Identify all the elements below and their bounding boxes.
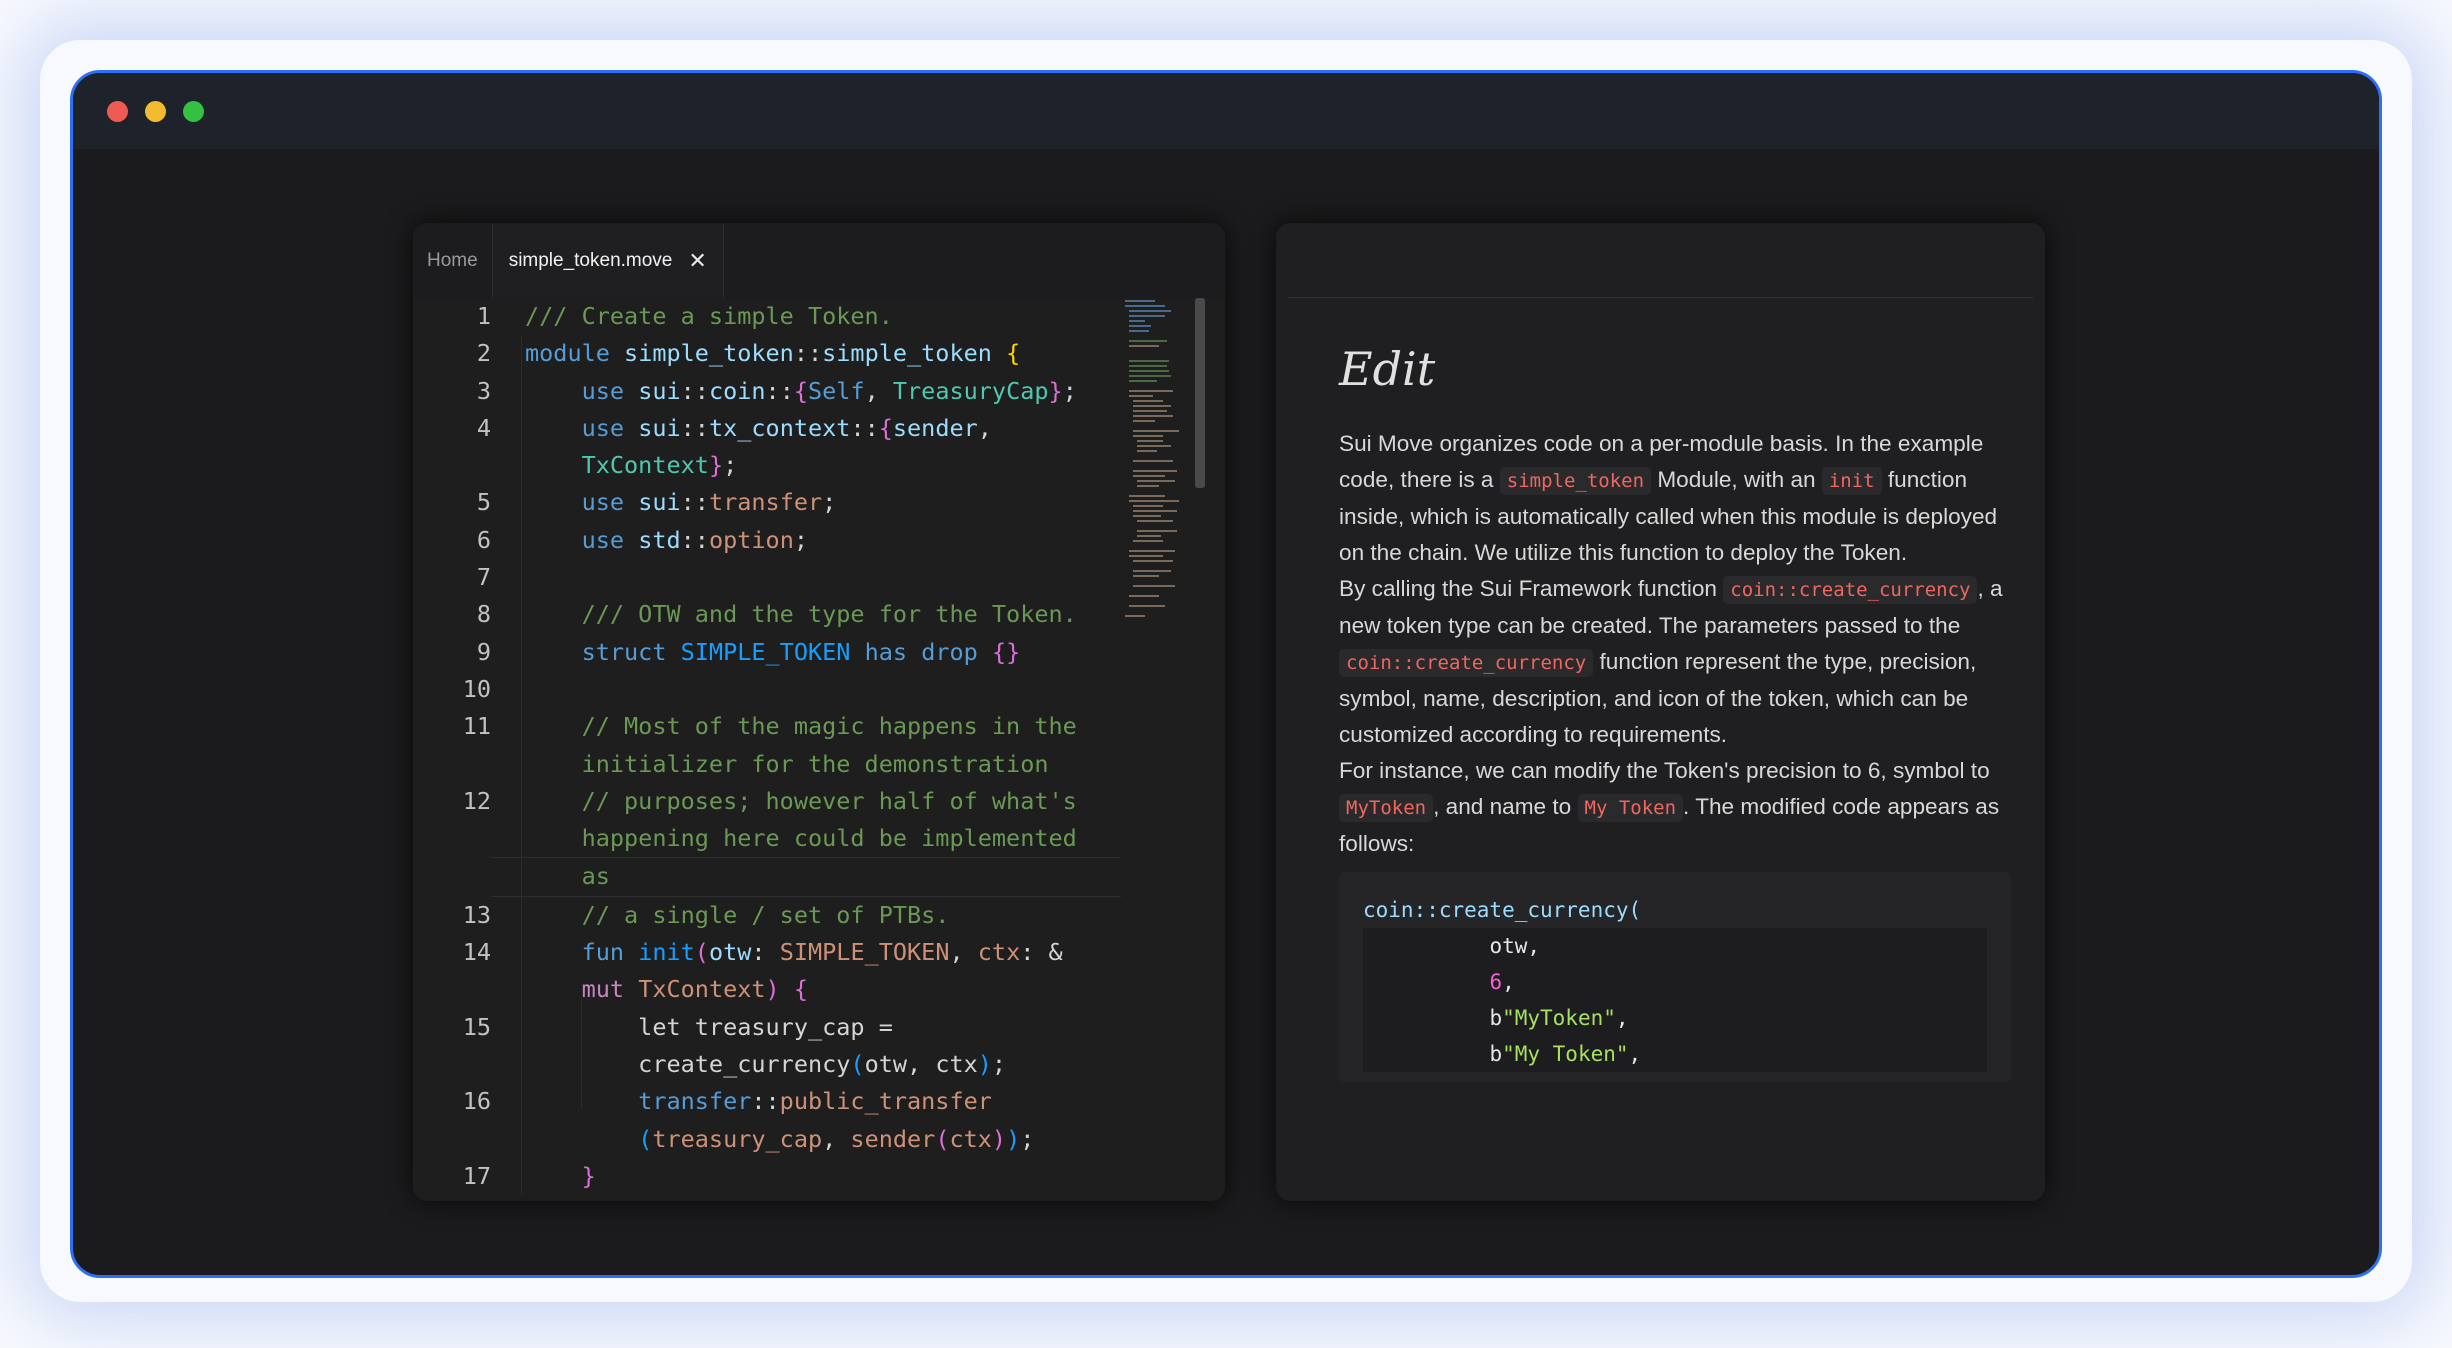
code-line: 3 use sui::coin::{Self, TreasuryCap}; xyxy=(423,373,1123,410)
text: For instance, we can modify the Token's … xyxy=(1339,758,1990,783)
line-number: 7 xyxy=(476,563,491,592)
paragraph: Sui Move organizes code on a per-module … xyxy=(1339,426,2011,571)
code-number: 6 xyxy=(1489,970,1503,994)
code-line: 7 xyxy=(423,559,1123,596)
code-line: create_currency(otw, ctx); xyxy=(423,1046,1123,1083)
code-text: , xyxy=(1502,970,1515,994)
code-block-line: b"MyToken", xyxy=(1363,1000,1987,1036)
inline-code: My Token xyxy=(1577,794,1684,822)
code-text: b xyxy=(1489,1006,1503,1030)
code-line: 9 struct SIMPLE_TOKEN has drop {} xyxy=(423,634,1123,671)
code-line: 15 let treasury_cap = xyxy=(423,1009,1123,1046)
line-number: 1 xyxy=(476,302,491,330)
tab-bar: Home simple_token.move ✕ xyxy=(413,223,1225,298)
inline-code: simple_token xyxy=(1499,467,1652,495)
code-line: 12 // purposes; however half of what's xyxy=(423,783,1123,820)
docs-content: Edit Sui Move organizes code on a per-mo… xyxy=(1276,342,2045,1082)
code-line: initializer for the demonstration xyxy=(423,746,1123,783)
code-text: b xyxy=(1489,1042,1503,1066)
code-line: 8 /// OTW and the type for the Token. xyxy=(423,596,1123,633)
page-title: Edit xyxy=(1339,342,1436,396)
close-icon[interactable]: ✕ xyxy=(688,249,706,272)
text: , and name to xyxy=(1433,794,1578,819)
code-line: 17 } xyxy=(423,1158,1123,1195)
code-text: coin::create_currency( xyxy=(1363,898,1642,922)
line-number: 12 xyxy=(462,786,491,815)
minimize-window-button[interactable] xyxy=(145,100,166,122)
code-line: 16 transfer::public_transfer xyxy=(423,1083,1123,1120)
line-number: 8 xyxy=(476,600,491,629)
code-block-line: 6, xyxy=(1363,964,1987,1000)
code-line: 4 use sui::tx_context::{sender, xyxy=(423,410,1123,447)
docs-panel: Edit Sui Move organizes code on a per-mo… xyxy=(1276,223,2045,1201)
code-line: (treasury_cap, sender(ctx)); xyxy=(423,1121,1123,1158)
editor-scrollbar[interactable] xyxy=(1195,298,1205,488)
code-string: "My Token" xyxy=(1502,1042,1629,1066)
tab-simple-token-move[interactable]: simple_token.move ✕ xyxy=(492,223,724,298)
code-lines: 1/// Create a simple Token. 2 module simp… xyxy=(423,298,1123,1195)
code-line-current: as xyxy=(423,857,1123,897)
line-number: 14 xyxy=(462,938,491,967)
line-number xyxy=(423,1121,491,1158)
code-line: happening here could be implemented xyxy=(423,820,1123,857)
code-string: "MyToken" xyxy=(1502,1006,1616,1030)
maximize-window-button[interactable] xyxy=(183,100,204,122)
line-number: 13 xyxy=(462,900,491,929)
tab-label: Home xyxy=(427,249,478,271)
code-line: TxContext}; xyxy=(423,447,1123,484)
inline-code: coin::create_currency xyxy=(1339,649,1594,677)
code-text: , xyxy=(1615,1006,1629,1030)
code-line: mut TxContext) { xyxy=(423,971,1123,1008)
line-number xyxy=(423,820,491,857)
line-number xyxy=(423,746,491,783)
code-block-line: otw, xyxy=(1363,928,1987,964)
line-number: 3 xyxy=(476,376,491,405)
code-line: 1/// Create a simple Token. xyxy=(423,298,1123,335)
line-number xyxy=(423,857,491,896)
line-number: 16 xyxy=(462,1087,491,1116)
code-line: 5 use sui::transfer; xyxy=(423,484,1123,521)
inline-code: init xyxy=(1821,467,1882,495)
docs-header xyxy=(1288,223,2033,298)
line-number xyxy=(423,971,491,1008)
text: Module, with an xyxy=(1651,467,1822,492)
line-number: 10 xyxy=(462,674,491,703)
code-editor[interactable]: 1/// Create a simple Token. 2 module simp… xyxy=(413,298,1225,1201)
line-number: 11 xyxy=(462,712,491,741)
minimap[interactable] xyxy=(1121,298,1193,628)
line-number: 5 xyxy=(476,488,491,517)
line-number: 4 xyxy=(476,413,491,442)
code-text: , xyxy=(1628,1042,1642,1066)
code-block-line: b"My Token", xyxy=(1363,1036,1987,1072)
line-number: 15 xyxy=(462,1012,491,1041)
code-line: 2 module simple_token::simple_token { xyxy=(423,335,1123,372)
code-line: 11 // Most of the magic happens in the xyxy=(423,708,1123,745)
text: By calling the Sui Framework function xyxy=(1339,576,1724,601)
tab-home[interactable]: Home xyxy=(413,223,493,298)
line-number xyxy=(423,447,491,484)
paragraph: By calling the Sui Framework function co… xyxy=(1339,571,2011,753)
line-number: 9 xyxy=(476,637,491,666)
title-bar xyxy=(73,73,2379,149)
code-line: 13 // a single / set of PTBs. xyxy=(423,897,1123,934)
code-line: 10 xyxy=(423,671,1123,708)
paragraph: For instance, we can modify the Token's … xyxy=(1339,753,2011,862)
line-number: 2 xyxy=(476,339,491,368)
code-block[interactable]: coin::create_currency( otw, 6, b"MyToken… xyxy=(1339,872,2011,1082)
code-text: otw, xyxy=(1489,934,1541,958)
code-editor-panel: Home simple_token.move ✕ 1/// Create a s… xyxy=(413,223,1225,1201)
app-window: Home simple_token.move ✕ 1/// Create a s… xyxy=(70,70,2382,1278)
close-window-button[interactable] xyxy=(107,100,128,122)
code-block-line: coin::create_currency( xyxy=(1363,892,1987,928)
code-line: 6 use std::option; xyxy=(423,522,1123,559)
line-number xyxy=(423,1046,491,1083)
inline-code: coin::create_currency xyxy=(1723,576,1978,604)
inline-code: MyToken xyxy=(1339,794,1434,822)
line-number: 6 xyxy=(476,525,491,554)
line-number: 17 xyxy=(462,1161,491,1190)
code-line: 14 fun init(otw: SIMPLE_TOKEN, ctx: & xyxy=(423,934,1123,971)
tab-label: simple_token.move xyxy=(508,249,673,271)
